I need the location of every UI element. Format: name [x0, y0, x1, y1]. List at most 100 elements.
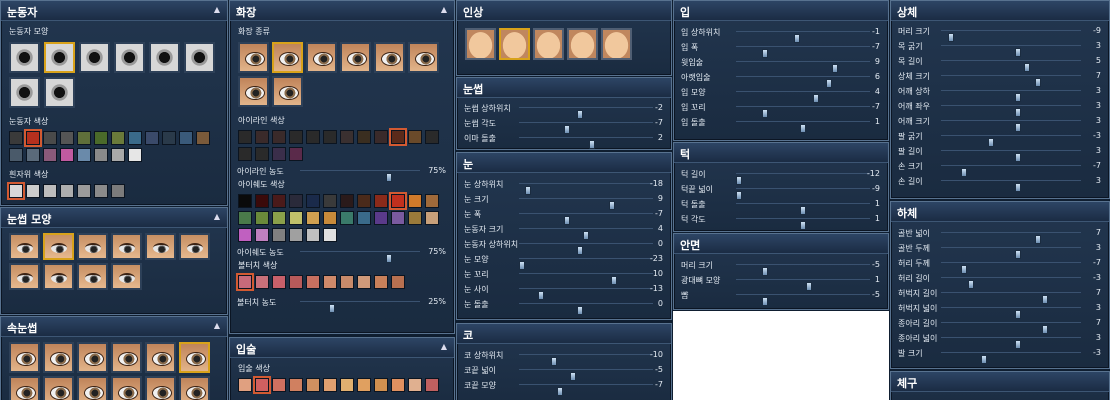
- slider-track[interactable]: [519, 213, 653, 225]
- color-swatch[interactable]: [408, 378, 422, 392]
- color-swatch[interactable]: [289, 194, 303, 208]
- color-swatch[interactable]: [323, 378, 337, 392]
- lashes-option[interactable]: [111, 376, 142, 400]
- color-swatch[interactable]: [408, 194, 422, 208]
- slider-row[interactable]: 눈썹 각도 -7: [457, 115, 671, 134]
- eye-shape-option[interactable]: [145, 233, 176, 260]
- color-swatch[interactable]: [236, 273, 254, 291]
- color-swatch[interactable]: [255, 275, 269, 289]
- color-swatch[interactable]: [289, 130, 303, 144]
- color-swatch[interactable]: [238, 378, 252, 392]
- slider-row[interactable]: 허벅지 길이 7: [891, 285, 1109, 304]
- slider-row[interactable]: 골반 넓이 7: [891, 225, 1109, 244]
- color-swatch[interactable]: [111, 148, 125, 162]
- slider-track[interactable]: [300, 251, 420, 263]
- color-swatch[interactable]: [111, 131, 125, 145]
- slider-track[interactable]: [941, 105, 1081, 117]
- pupil-shape-option[interactable]: [79, 42, 110, 73]
- slider-row[interactable]: 어깨 크기 3: [891, 113, 1109, 132]
- slider-row[interactable]: 눈 모양 -23: [457, 251, 671, 270]
- color-swatch[interactable]: [255, 147, 269, 161]
- slider-row[interactable]: 코끝 모양 -7: [457, 377, 671, 396]
- slider-handle[interactable]: [576, 306, 583, 315]
- makeup-kind-option[interactable]: [340, 42, 371, 73]
- color-swatch[interactable]: [94, 184, 108, 198]
- slider-track[interactable]: [736, 203, 870, 215]
- slider-track[interactable]: [941, 75, 1081, 87]
- slider-track[interactable]: [736, 173, 870, 185]
- color-swatch[interactable]: [179, 131, 193, 145]
- slider-track[interactable]: [519, 183, 653, 195]
- color-swatch[interactable]: [128, 131, 142, 145]
- color-swatch[interactable]: [238, 147, 252, 161]
- color-swatch[interactable]: [357, 194, 371, 208]
- slider-row[interactable]: 아랫입술 6: [674, 69, 888, 88]
- slider-track[interactable]: [941, 60, 1081, 72]
- color-swatch[interactable]: [43, 131, 57, 145]
- slider-row[interactable]: 눈썹 상하위치 -2: [457, 100, 671, 119]
- color-swatch[interactable]: [43, 184, 57, 198]
- color-swatch[interactable]: [60, 131, 74, 145]
- collapse-icon[interactable]: ▲: [214, 5, 220, 14]
- color-swatch[interactable]: [196, 131, 210, 145]
- color-swatch[interactable]: [340, 194, 354, 208]
- color-swatch[interactable]: [162, 131, 176, 145]
- color-swatch[interactable]: [60, 148, 74, 162]
- color-swatch[interactable]: [238, 211, 252, 225]
- slider-track[interactable]: [519, 354, 653, 366]
- slider-track[interactable]: [941, 232, 1081, 244]
- collapse-icon[interactable]: ▲: [441, 342, 447, 351]
- color-swatch[interactable]: [340, 211, 354, 225]
- color-swatch[interactable]: [272, 194, 286, 208]
- lashes-option[interactable]: [43, 376, 74, 400]
- pupil-shape-option[interactable]: [184, 42, 215, 73]
- slider-track[interactable]: [941, 277, 1081, 289]
- slider-handle[interactable]: [385, 173, 392, 182]
- pupil-shape-option[interactable]: [9, 42, 40, 73]
- pupil-shape-option[interactable]: [114, 42, 145, 73]
- color-swatch[interactable]: [238, 130, 252, 144]
- eye-shape-option[interactable]: [43, 233, 74, 260]
- slider-row[interactable]: 입 폭 -7: [674, 39, 888, 58]
- color-swatch[interactable]: [357, 275, 371, 289]
- slider-row[interactable]: 허리 길이 -3: [891, 270, 1109, 289]
- makeup-kind-option[interactable]: [408, 42, 439, 73]
- color-swatch[interactable]: [306, 211, 320, 225]
- color-swatch[interactable]: [340, 378, 354, 392]
- eye-shape-option[interactable]: [77, 263, 108, 290]
- slider-row[interactable]: 코끝 넓이 -5: [457, 362, 671, 381]
- slider-row[interactable]: 턱끝 넓이 -9: [674, 181, 888, 200]
- color-swatch[interactable]: [389, 192, 407, 210]
- slider-track[interactable]: [736, 294, 870, 306]
- slider-track[interactable]: [519, 107, 653, 119]
- slider-track[interactable]: [519, 228, 653, 240]
- pupil-shape-option[interactable]: [44, 77, 75, 108]
- slider-handle[interactable]: [1014, 183, 1021, 192]
- color-swatch[interactable]: [238, 194, 252, 208]
- slider-track[interactable]: [941, 180, 1081, 192]
- lashes-option[interactable]: [9, 342, 40, 373]
- color-swatch[interactable]: [357, 378, 371, 392]
- slider-row[interactable]: 이마 돌출 2: [457, 130, 671, 149]
- slider-row[interactable]: 입 모양 4: [674, 84, 888, 103]
- impression-option[interactable]: [567, 28, 598, 60]
- slider-track[interactable]: [736, 264, 870, 276]
- lashes-option[interactable]: [111, 342, 142, 373]
- slider-handle[interactable]: [800, 221, 806, 230]
- impression-option[interactable]: [533, 28, 564, 60]
- slider-row[interactable]: 턱 각도 1: [674, 211, 888, 230]
- color-swatch[interactable]: [391, 378, 405, 392]
- color-swatch[interactable]: [408, 130, 422, 144]
- eye-shape-option[interactable]: [43, 263, 74, 290]
- color-swatch[interactable]: [255, 130, 269, 144]
- lashes-option[interactable]: [77, 376, 108, 400]
- slider-track[interactable]: [519, 258, 653, 270]
- eye-shape-option[interactable]: [111, 263, 142, 290]
- color-swatch[interactable]: [272, 130, 286, 144]
- color-swatch[interactable]: [425, 130, 439, 144]
- color-swatch[interactable]: [374, 211, 388, 225]
- lashes-option[interactable]: [179, 376, 210, 400]
- color-swatch[interactable]: [253, 376, 271, 394]
- color-swatch[interactable]: [408, 211, 422, 225]
- eye-shape-option[interactable]: [9, 233, 40, 260]
